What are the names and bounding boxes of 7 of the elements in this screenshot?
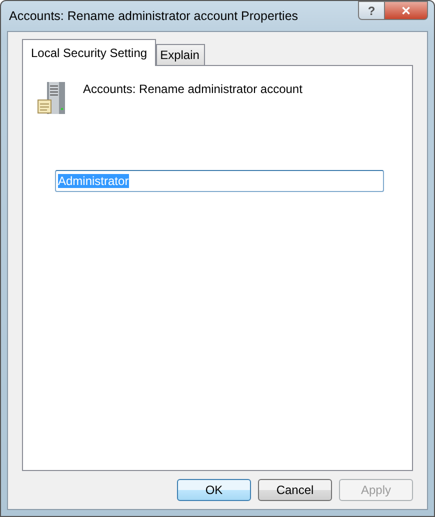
dialog-button[interactable]: Cancel xyxy=(258,479,332,501)
policy-name: Accounts: Rename administrator account xyxy=(83,81,302,96)
tab[interactable]: Explain xyxy=(156,44,206,65)
dialog-button[interactable]: OK xyxy=(177,479,251,501)
help-button[interactable]: ? xyxy=(358,1,385,20)
window-title: Accounts: Rename administrator account Properties xyxy=(9,8,300,23)
tab[interactable]: Local Security Setting xyxy=(22,39,156,66)
